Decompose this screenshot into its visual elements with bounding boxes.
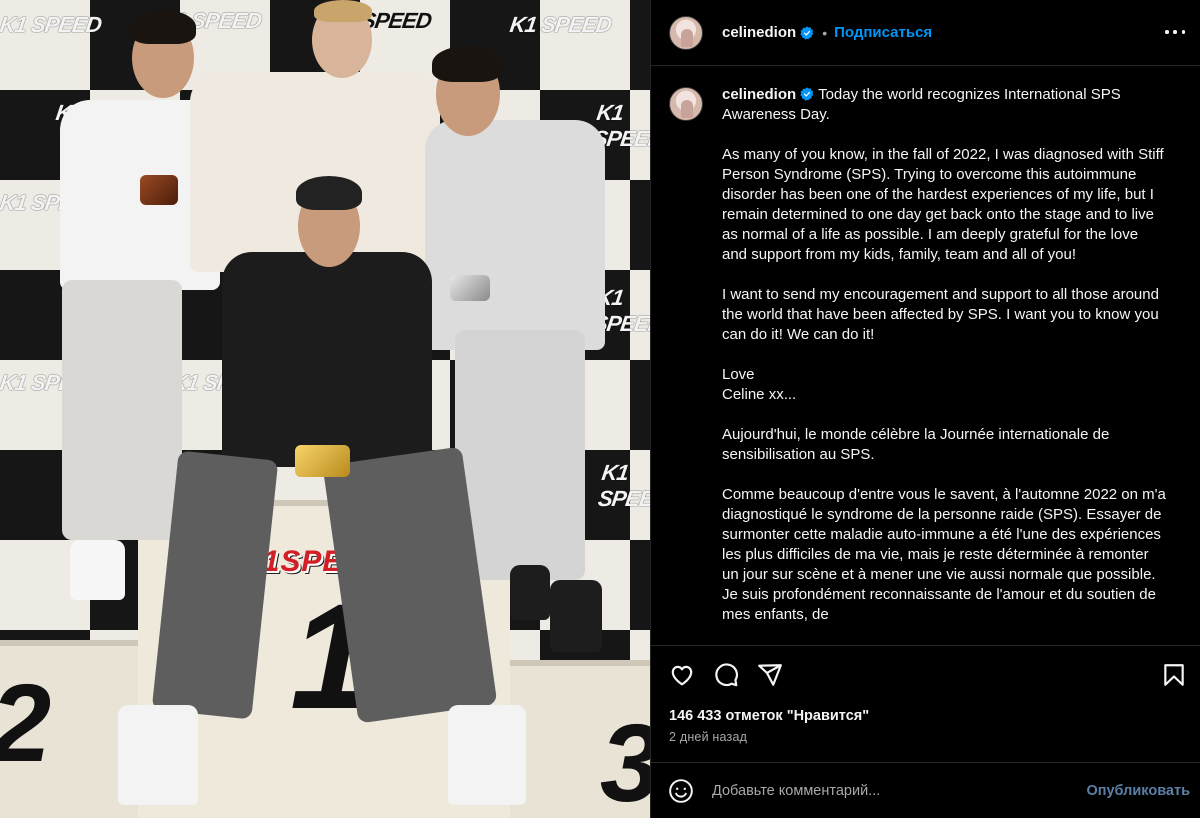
emoji-icon[interactable] xyxy=(668,778,694,804)
likes-count[interactable]: 146 433 отметок "Нравится" xyxy=(669,708,869,724)
comment-bar: Опубликовать xyxy=(651,762,1200,818)
caption-text: celinedion Today the world recognizes In… xyxy=(722,85,1167,625)
post-header: celinedion • Подписаться xyxy=(651,0,1200,66)
podium-number-third: 3 xyxy=(600,700,650,818)
brand-logo: K1 SPEED xyxy=(508,12,613,37)
heart-icon[interactable] xyxy=(669,662,695,688)
trophy xyxy=(295,445,350,477)
follow-button[interactable]: Подписаться xyxy=(834,24,932,41)
username-link[interactable]: celinedion xyxy=(722,24,796,41)
caption-body: Today the world recognizes International… xyxy=(722,86,1166,623)
caption-row: celinedion Today the world recognizes In… xyxy=(669,85,1183,625)
avatar[interactable] xyxy=(669,15,703,50)
separator-dot: • xyxy=(822,24,828,41)
share-icon[interactable] xyxy=(757,662,783,688)
post-photo[interactable]: K1 SPEED K1 SPEED K1 SPEED K1 SPEED K1 S… xyxy=(0,0,650,818)
post-detail-panel: celinedion • Подписаться celinedion Toda… xyxy=(650,0,1200,818)
trophy xyxy=(140,175,178,205)
verified-badge-icon xyxy=(800,25,814,40)
post-actions-bar xyxy=(651,645,1200,705)
brand-logo: K1 SPEED xyxy=(0,12,103,37)
comment-icon[interactable] xyxy=(713,662,739,688)
comment-input[interactable] xyxy=(712,782,1052,799)
avatar[interactable] xyxy=(669,87,703,121)
publish-button[interactable]: Опубликовать xyxy=(1086,783,1190,799)
podium-number-second: 2 xyxy=(0,660,51,787)
trophy xyxy=(450,275,490,301)
brand-logo: K1 SPEED xyxy=(596,460,650,511)
caption-scroll-area[interactable]: celinedion Today the world recognizes In… xyxy=(651,67,1200,645)
verified-badge-icon xyxy=(800,87,814,101)
bookmark-icon[interactable] xyxy=(1161,662,1187,688)
post-timestamp[interactable]: 2 дней назад xyxy=(669,730,747,744)
ellipsis-icon[interactable] xyxy=(1165,22,1185,42)
caption-username-link[interactable]: celinedion xyxy=(722,86,796,103)
